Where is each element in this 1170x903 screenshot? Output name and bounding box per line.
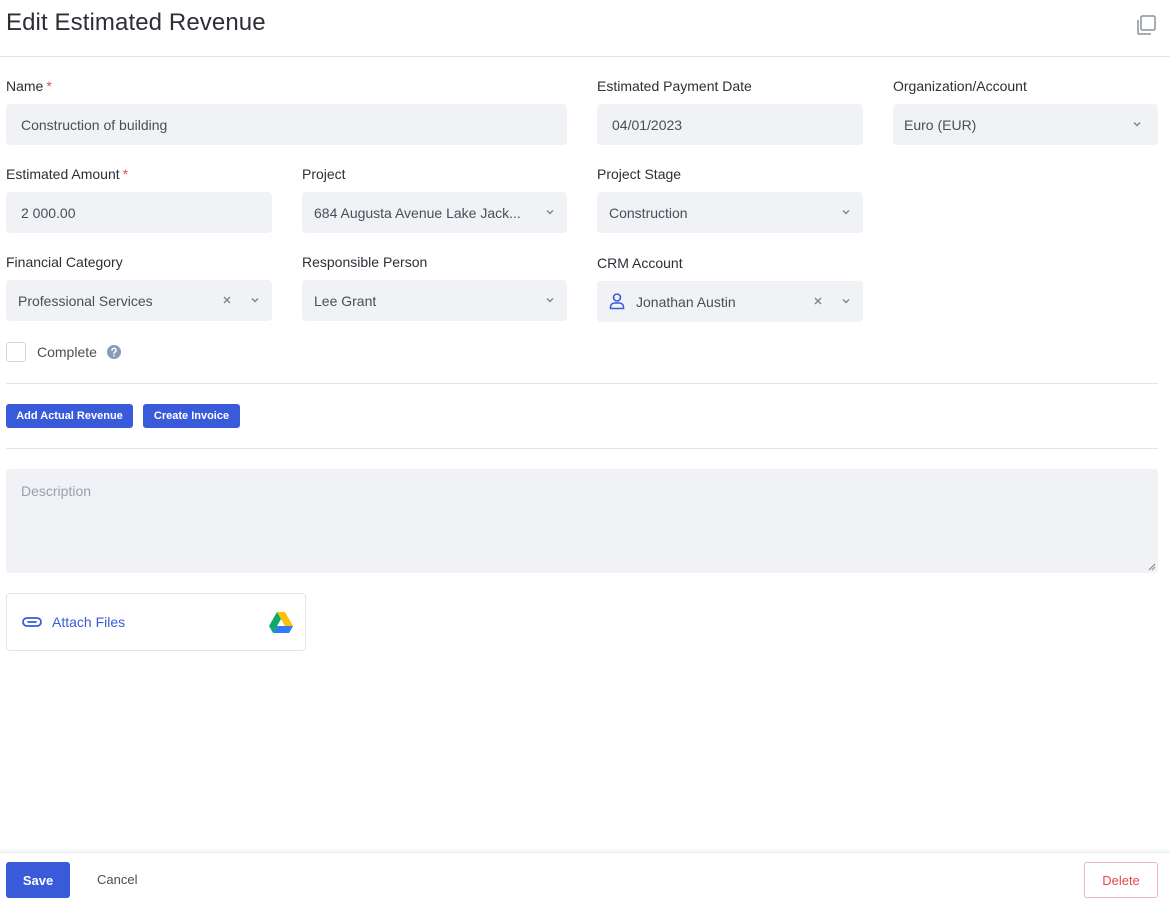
estimated-payment-date-value: 04/01/2023 [612,116,683,133]
crm-account-select[interactable]: Jonathan Austin [597,281,863,322]
estimated-payment-date-field[interactable]: 04/01/2023 [597,104,863,145]
organization-account-value: Euro (EUR) [904,116,977,133]
clear-icon[interactable] [223,296,231,304]
project-stage-value: Construction [609,204,688,221]
responsible-person-select[interactable]: Lee Grant [302,280,567,321]
project-value: 684 Augusta Avenue Lake Jack... [314,204,521,221]
attach-files-link[interactable]: Attach Files [52,614,125,630]
chevron-down-icon [546,210,554,215]
complete-label: Complete [37,344,97,360]
estimated-amount-label: Estimated Amount * [6,166,129,182]
attach-files-panel[interactable]: Attach Files [6,593,306,651]
chevron-down-icon [842,210,850,215]
name-field[interactable]: Construction of building [6,104,567,145]
name-value: Construction of building [21,116,168,133]
divider [6,448,1158,449]
clear-icon[interactable] [814,297,822,305]
responsible-person-label: Responsible Person [302,254,428,270]
resize-handle-icon[interactable] [1148,563,1156,571]
description-placeholder: Description [21,483,92,499]
description-textarea[interactable]: Description [6,469,1158,573]
google-drive-icon[interactable] [269,612,293,633]
page-title: Edit Estimated Revenue [6,9,266,36]
add-actual-revenue-button[interactable]: Add Actual Revenue [6,404,133,428]
estimated-payment-date-label: Estimated Payment Date [597,78,752,94]
crm-account-value: Jonathan Austin [636,293,736,310]
cancel-button[interactable]: Cancel [97,872,137,887]
name-label: Name * [6,78,52,94]
required-mark: * [122,166,129,182]
chevron-down-icon [842,299,850,304]
dialog-footer: Save Cancel Delete [0,852,1170,903]
chevron-down-icon [251,298,259,303]
create-invoice-button[interactable]: Create Invoice [143,404,240,428]
responsible-person-value: Lee Grant [314,292,377,309]
help-icon[interactable] [107,345,121,359]
project-stage-label: Project Stage [597,166,682,182]
delete-button[interactable]: Delete [1084,862,1158,898]
organization-account-select[interactable]: Euro (EUR) [893,104,1158,145]
financial-category-label: Financial Category [6,254,123,270]
organization-account-label: Organization/Account [893,78,1027,94]
estimated-amount-field[interactable]: 2 000.00 [6,192,272,233]
financial-category-value: Professional Services [18,292,153,309]
complete-checkbox[interactable] [6,342,26,362]
project-select[interactable]: 684 Augusta Avenue Lake Jack... [302,192,567,233]
dialog-header: Edit Estimated Revenue [0,0,1170,57]
crm-account-label: CRM Account [597,255,683,271]
save-button[interactable]: Save [6,862,70,898]
estimated-amount-value: 2 000.00 [21,204,76,221]
person-icon [609,293,625,310]
divider [6,383,1158,384]
chevron-down-icon [546,298,554,303]
financial-category-select[interactable]: Professional Services [6,280,272,321]
chevron-down-icon [1133,122,1141,127]
paperclip-icon [22,617,42,627]
copy-window-icon[interactable] [1134,13,1158,37]
required-mark: * [46,78,52,94]
project-label: Project [302,166,346,182]
project-stage-select[interactable]: Construction [597,192,863,233]
